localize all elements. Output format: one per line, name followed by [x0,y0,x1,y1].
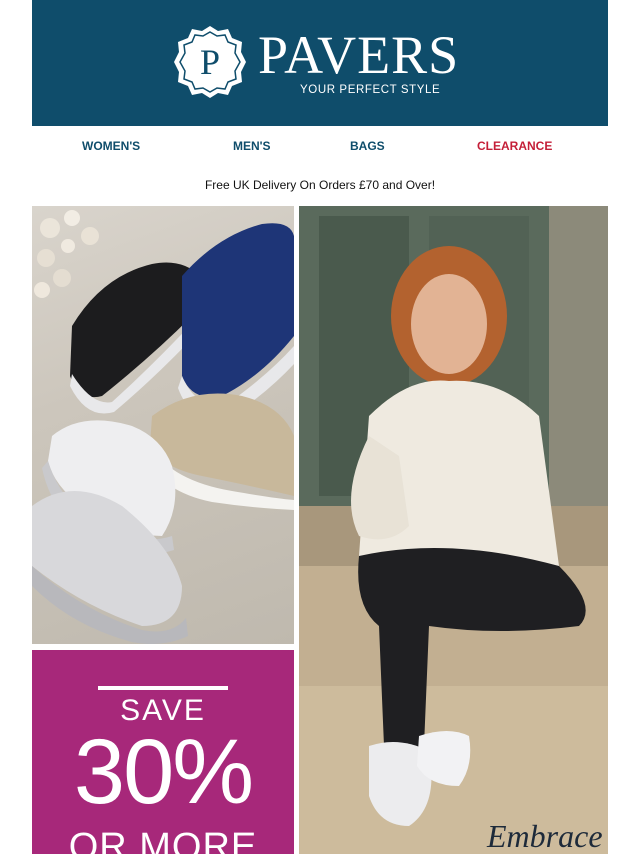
logo-badge-icon: P [174,26,246,98]
brand-tagline: YOUR PERFECT STYLE [300,84,441,96]
nav-item-clearance[interactable]: CLEARANCE [477,139,552,153]
brand-name: PAVERS [258,25,460,85]
trainers-illustration [32,210,294,644]
logo-letter: P [200,42,220,82]
promo-panel[interactable]: SAVE 30% OR MORE [32,650,294,854]
promo-percent-text: 30% [73,721,254,823]
promo-rule [98,686,228,690]
trainers-photo [32,206,294,644]
email-container: P PAVERS YOUR PERFECT STYLE WOMEN'S MEN'… [32,0,608,854]
nav-item-mens[interactable]: MEN'S [233,139,271,153]
header-banner: P PAVERS YOUR PERFECT STYLE [32,0,608,126]
hero-banner[interactable]: SAVE 30% OR MORE Embrace [32,206,608,854]
promo-or-more-text: OR MORE [68,826,258,854]
embrace-script-text: Embrace [487,818,603,854]
nav-item-womens[interactable]: WOMEN'S [82,139,140,153]
model-illustration [299,206,608,854]
delivery-banner[interactable]: Free UK Delivery On Orders £70 and Over! [32,178,608,192]
pavers-logo-link[interactable]: P PAVERS YOUR PERFECT STYLE [172,24,472,104]
model-photo: Embrace [299,206,608,854]
category-nav: WOMEN'S MEN'S BAGS CLEARANCE [32,126,608,166]
nav-item-bags[interactable]: BAGS [350,139,385,153]
